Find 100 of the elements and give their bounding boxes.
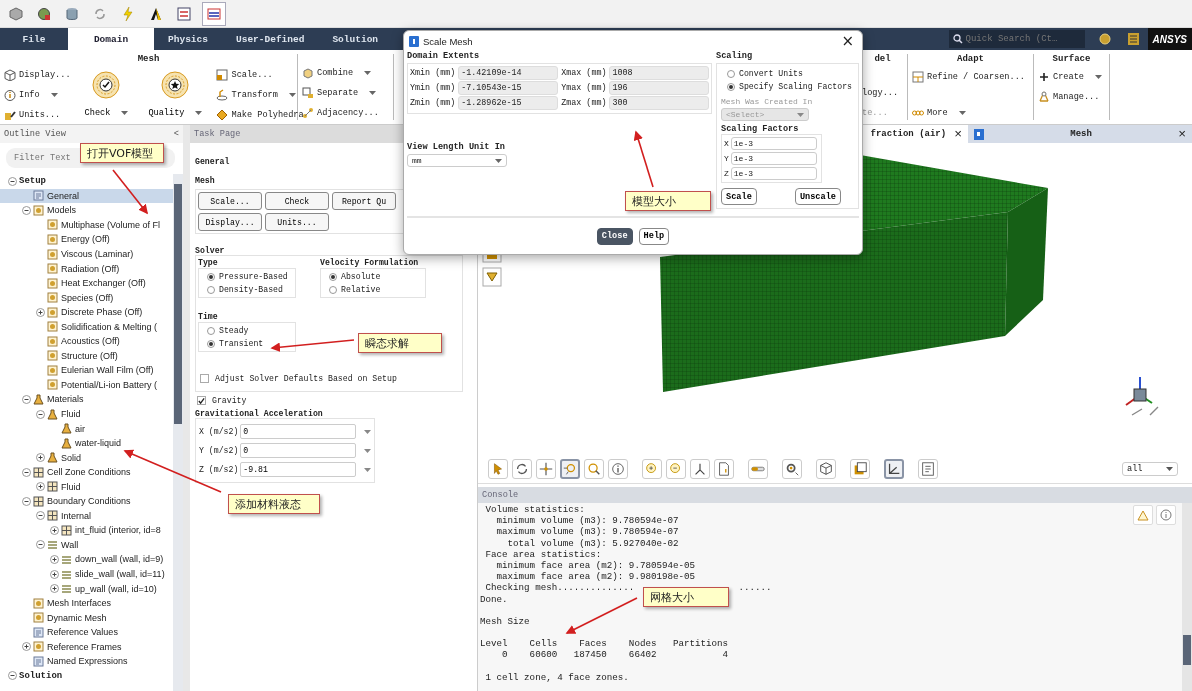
collapse-button[interactable]: < xyxy=(173,129,179,139)
tree-item[interactable]: Wall xyxy=(0,537,173,553)
funnel-icon[interactable] xyxy=(482,267,502,287)
tree-item[interactable]: Potential/Li-ion Battery ( xyxy=(0,377,173,393)
radio-button[interactable] xyxy=(207,272,215,281)
collapse-toggle[interactable] xyxy=(36,540,45,550)
ribbon-tab[interactable]: Physics xyxy=(154,28,222,50)
tree-item[interactable]: air xyxy=(0,421,173,436)
ribbon-button[interactable]: Info xyxy=(4,87,71,102)
checkbox[interactable] xyxy=(197,396,206,405)
ribbon-tab[interactable]: Solution xyxy=(318,28,393,50)
collapse-toggle[interactable] xyxy=(22,394,31,404)
box-icon[interactable] xyxy=(850,459,870,479)
expand-toggle[interactable] xyxy=(50,525,59,535)
ribbon-button[interactable]: Manage... xyxy=(1038,89,1102,104)
dialog-button[interactable]: Close xyxy=(596,227,633,245)
action-button[interactable]: Display... xyxy=(198,213,262,231)
close-icon[interactable]: × xyxy=(1178,126,1186,142)
tree-item[interactable]: Setup xyxy=(0,174,173,189)
collapse-toggle[interactable] xyxy=(22,496,31,506)
table-icon[interactable] xyxy=(202,1,226,26)
cube-icon[interactable] xyxy=(816,459,836,479)
input-field[interactable]: 0 xyxy=(240,424,356,439)
ribbon-button[interactable]: Scale... xyxy=(216,67,304,82)
tree-item[interactable]: Multiphase (Volume of Fl xyxy=(0,217,173,233)
tree-item[interactable]: Reference Values xyxy=(0,624,173,640)
axis-icon[interactable] xyxy=(884,459,904,479)
ribbon-tab[interactable]: User-Defined xyxy=(222,28,319,50)
expand-toggle[interactable] xyxy=(22,642,31,652)
tree-item[interactable]: Eulerian Wall Film (Off) xyxy=(0,363,173,378)
tree-item[interactable]: Named Expressions xyxy=(0,654,173,669)
tree-item[interactable]: Radiation (Off) xyxy=(0,261,173,276)
ribbon-button[interactable]: Adjacency... xyxy=(302,105,379,120)
tree-item[interactable]: Models xyxy=(0,203,173,218)
zoom-icon[interactable] xyxy=(584,459,604,479)
tree-item[interactable]: Materials xyxy=(0,392,173,407)
tree-item[interactable]: slide_wall (wall, id=11) xyxy=(0,566,173,582)
tree-item[interactable]: Acoustics (Off) xyxy=(0,334,173,349)
tree-item[interactable]: Solution xyxy=(0,668,173,684)
panel-icon[interactable] xyxy=(1126,32,1140,46)
ribbon-button[interactable]: Check xyxy=(84,105,129,120)
tree-item[interactable]: Heat Exchanger (Off) xyxy=(0,275,173,291)
ribbon-button[interactable]: logy... xyxy=(862,85,899,100)
radio-button[interactable] xyxy=(329,272,337,281)
expand-toggle[interactable] xyxy=(50,584,59,594)
tree-item[interactable]: Solid xyxy=(0,450,173,465)
ribbon-button[interactable]: Transform xyxy=(216,87,304,102)
collapse-toggle[interactable] xyxy=(36,409,45,419)
ribbon-button[interactable]: Units... xyxy=(4,107,71,122)
input-field[interactable]: 1e-3 xyxy=(730,137,817,150)
tree-item[interactable]: Solidification & Melting ( xyxy=(0,319,173,334)
expand-toggle[interactable] xyxy=(36,307,45,317)
search-field[interactable]: Quick Search (Ct… xyxy=(948,30,1085,48)
tree-item[interactable]: Internal xyxy=(0,508,173,524)
rotate-icon[interactable] xyxy=(512,459,532,479)
info-icon[interactable] xyxy=(608,459,628,479)
tree-item[interactable]: Cell Zone Conditions xyxy=(0,464,173,480)
tree-item[interactable]: Viscous (Laminar) xyxy=(0,246,173,262)
tree-item[interactable]: Structure (Off) xyxy=(0,348,173,364)
view-select[interactable]: all xyxy=(1122,462,1178,476)
ribbon-button[interactable]: More xyxy=(912,105,1025,120)
tree-item[interactable]: Dynamic Mesh xyxy=(0,610,173,625)
action-button[interactable]: Report Qu xyxy=(332,192,396,210)
expand-toggle[interactable] xyxy=(36,453,45,463)
tree-item[interactable]: int_fluid (interior, id=8 xyxy=(0,523,173,538)
close-button[interactable]: × xyxy=(841,32,854,50)
action-button[interactable]: Scale... xyxy=(198,192,262,210)
tree-item[interactable]: Reference Frames xyxy=(0,639,173,655)
tree-item[interactable]: Fluid xyxy=(0,479,173,495)
expand-toggle[interactable] xyxy=(50,555,59,564)
action-button[interactable]: Check xyxy=(265,192,329,210)
close-icon[interactable]: × xyxy=(954,126,962,142)
radio-button[interactable] xyxy=(207,285,215,294)
dialog-button[interactable]: Help xyxy=(638,227,670,245)
expand-toggle[interactable] xyxy=(50,569,59,579)
zoom-box-icon[interactable] xyxy=(560,459,580,479)
ribbon-button[interactable]: Combine xyxy=(302,65,379,80)
unit-select[interactable]: mm xyxy=(407,154,507,167)
input-field[interactable]: 1e-3 xyxy=(730,167,817,180)
ribbon-button[interactable]: Separate xyxy=(302,85,379,100)
ribbon-button[interactable]: Display... xyxy=(4,67,71,82)
tree-item[interactable]: down_wall (wall, id=9) xyxy=(0,552,173,567)
ribbon-button[interactable]: Make Polyhedra xyxy=(216,107,304,122)
pointer-icon[interactable] xyxy=(488,459,508,479)
radio-button[interactable] xyxy=(329,285,337,294)
tree-item[interactable]: Species (Off) xyxy=(0,290,173,305)
collapse-toggle[interactable] xyxy=(8,671,17,681)
expand-toggle[interactable] xyxy=(36,482,45,492)
action-button[interactable]: Unscale xyxy=(794,188,841,205)
help-icon[interactable] xyxy=(1098,33,1111,45)
tree-item[interactable]: Mesh Interfaces xyxy=(0,595,173,611)
input-field[interactable]: -9.81 xyxy=(240,462,356,477)
ribbon-button[interactable]: Create xyxy=(1038,69,1102,84)
input-field[interactable]: 0 xyxy=(240,443,356,458)
tree-item[interactable]: General xyxy=(0,188,173,204)
tree-item[interactable]: Fluid xyxy=(0,406,173,422)
action-button[interactable]: Units... xyxy=(265,213,329,231)
tree-item[interactable]: Energy (Off) xyxy=(0,232,173,247)
collapse-toggle[interactable] xyxy=(22,467,31,477)
checkbox[interactable] xyxy=(200,374,209,383)
